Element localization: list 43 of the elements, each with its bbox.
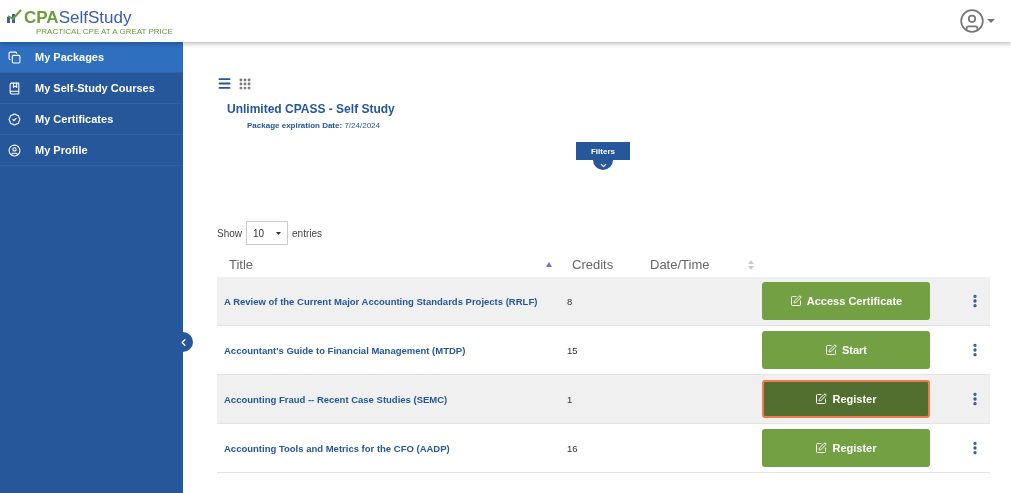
chart-logo-icon bbox=[6, 8, 22, 23]
column-title: Date/Time bbox=[650, 257, 710, 272]
entries-select[interactable]: 10 bbox=[246, 221, 288, 245]
column-title: Credits bbox=[572, 257, 614, 272]
user-avatar-icon[interactable] bbox=[959, 8, 985, 34]
copy-icon bbox=[8, 50, 21, 64]
list-view-icon[interactable] bbox=[217, 76, 232, 91]
package-title: Unlimited CPASS - Self Study bbox=[227, 102, 396, 116]
account-menu[interactable] bbox=[959, 8, 995, 34]
grid-view-icon[interactable] bbox=[238, 76, 252, 91]
credits-cell-text: 8 bbox=[566, 295, 574, 307]
caret-icon[interactable] bbox=[276, 231, 281, 235]
action-button[interactable]: Register bbox=[762, 380, 930, 418]
filters-button[interactable]: Filters bbox=[576, 142, 630, 160]
column-header[interactable]: Date/Time bbox=[638, 257, 762, 272]
credits-cell-text: 1 bbox=[566, 393, 574, 405]
user-icon bbox=[8, 143, 21, 157]
column-header[interactable]: Credits bbox=[560, 257, 638, 272]
sidebar-item[interactable]: My Self-Study Courses bbox=[0, 73, 183, 104]
expand-filters-tab[interactable] bbox=[593, 160, 613, 170]
edit-icon bbox=[824, 344, 837, 356]
sidebar-item[interactable]: My Certificates bbox=[0, 104, 183, 135]
column-title: Title bbox=[229, 257, 254, 272]
edit-icon bbox=[789, 295, 802, 307]
course-title-link[interactable]: Accounting Fraud -- Recent Case Studies (SEMC) bbox=[217, 393, 560, 405]
brand-logo: CPASelfStudy bbox=[24, 8, 133, 27]
credits-cell-text: 16 bbox=[566, 442, 579, 454]
show-label: Show bbox=[217, 227, 242, 239]
edit-icon bbox=[815, 442, 828, 454]
badge-icon bbox=[8, 112, 21, 126]
course-title-link[interactable]: A Review of the Current Major Accounting Standards Projects (RRLF) bbox=[217, 295, 560, 307]
sort-ascending-icon[interactable] bbox=[546, 262, 552, 267]
edit-icon bbox=[815, 393, 828, 405]
course-title-link[interactable]: Accountant's Guide to Financial Management (MTDP) bbox=[217, 344, 560, 356]
expiration-date: Package expiration Date: 7/24/2024 bbox=[247, 121, 381, 130]
logo-tagline: PRACTICAL CPE AT A GREAT PRICE bbox=[36, 26, 173, 36]
book-icon bbox=[8, 81, 21, 95]
sidebar-item[interactable]: My Packages bbox=[0, 42, 183, 73]
column-header[interactable]: Title bbox=[217, 257, 560, 272]
sidebar-item[interactable]: My Profile bbox=[0, 135, 183, 166]
credits-cell-text: 15 bbox=[566, 344, 579, 356]
entries-label: entries bbox=[292, 227, 323, 239]
course-title-link[interactable]: Accounting Tools and Metrics for the CFO (AADP) bbox=[217, 442, 560, 454]
